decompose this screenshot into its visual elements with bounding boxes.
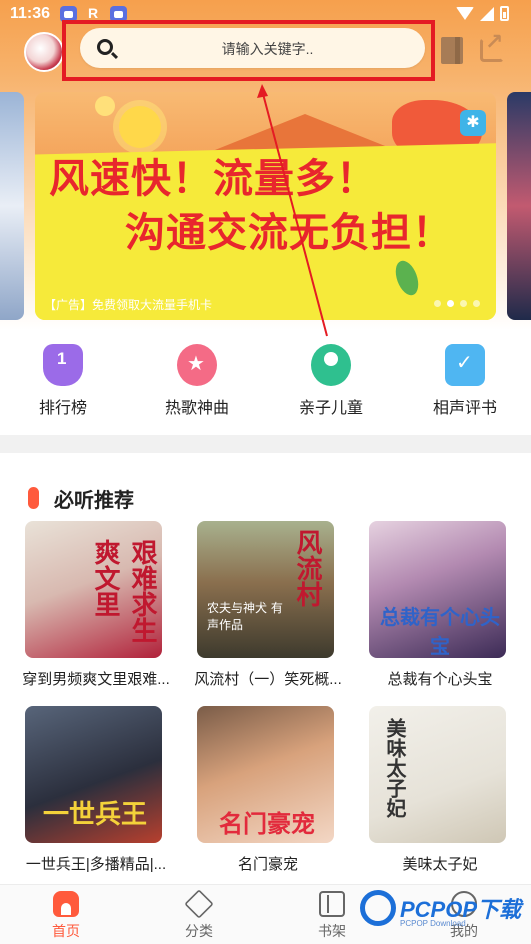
banner-carousel[interactable]: ✱ 风速快！流量多！ 沟通交流无负担！ 【广告】免费领取大流量手机卡: [35, 92, 496, 320]
section-accent-bar: [28, 487, 39, 509]
book-title: 风流村（一）笑死概...: [194, 671, 342, 688]
annotation-highlight-box: [62, 20, 435, 81]
pagination-dot[interactable]: [434, 300, 441, 307]
category-label: 热歌神曲: [164, 400, 229, 417]
book-cover[interactable]: 名门豪宠: [197, 706, 334, 843]
section-divider: [0, 435, 531, 453]
category-label: 亲子儿童: [298, 400, 363, 417]
banner-badge-icon: ✱: [460, 110, 486, 136]
cover-subtitle: 农夫与神犬 有声作品: [207, 601, 283, 632]
book-cover[interactable]: 风流村 农夫与神犬 有声作品: [197, 521, 334, 658]
pagination-dot[interactable]: [447, 300, 454, 307]
bookshelf-icon: [319, 891, 345, 917]
banner-prev-slide[interactable]: [0, 92, 24, 320]
signal-icon: [480, 6, 494, 21]
share-icon[interactable]: [480, 29, 504, 62]
tab-label: 首页: [52, 923, 80, 939]
pagination-dot[interactable]: [473, 300, 480, 307]
banner-pagination: [434, 300, 480, 307]
category-shortcuts: 排行榜 热歌神曲 亲子儿童 相声评书: [0, 340, 531, 420]
cover-title: 风流村: [292, 529, 322, 607]
bookmark-icon[interactable]: [441, 37, 463, 64]
book-title: 穿到男频爽文里艰难...: [22, 671, 170, 688]
wifi-icon: [456, 7, 474, 20]
banner-ad-caption: 【广告】免费领取大流量手机卡: [44, 298, 213, 312]
section-title: 必听推荐: [54, 490, 134, 512]
category-crosstalk[interactable]: 相声评书: [410, 340, 520, 418]
category-label: 相声评书: [432, 400, 497, 417]
category-hot-songs[interactable]: 热歌神曲: [142, 340, 252, 418]
cover-title: 名门豪宠: [219, 809, 315, 838]
tab-label: 分类: [185, 923, 213, 939]
status-time: 11:36: [10, 5, 51, 22]
banner-next-slide[interactable]: [507, 92, 531, 320]
tab-home[interactable]: 首页: [26, 889, 106, 941]
category-family[interactable]: 亲子儿童: [276, 340, 386, 418]
avatar[interactable]: [24, 32, 64, 72]
watermark-subtitle: PCPOP Download: [400, 919, 466, 928]
cover-title: 美味太子妃: [383, 718, 407, 818]
family-icon: [311, 344, 351, 386]
book-card[interactable]: 总裁有个心头宝 总裁有个心头宝: [369, 521, 509, 689]
category-ranking[interactable]: 排行榜: [8, 340, 118, 418]
book-cover[interactable]: 艰难求生 爽文里: [25, 521, 162, 658]
book-card[interactable]: 风流村 农夫与神犬 有声作品 风流村（一）笑死概...: [194, 521, 342, 689]
watermark-logo-icon: [360, 890, 396, 926]
book-title: 美味太子妃: [402, 856, 478, 873]
book-card[interactable]: 名门豪宠 名门豪宠: [197, 706, 337, 874]
trophy-icon: [43, 344, 83, 386]
book-card[interactable]: 艰难求生 爽文里 穿到男频爽文里艰难...: [22, 521, 170, 689]
book-card[interactable]: 美味太子妃 美味太子妃: [369, 706, 509, 874]
battery-icon: [500, 6, 509, 21]
cover-title: 一世兵王: [42, 800, 147, 830]
book-cover[interactable]: 一世兵王: [25, 706, 162, 843]
watermark: PCPOP下载 PCPOP Download: [360, 888, 530, 940]
hot-song-icon: [177, 344, 217, 386]
home-icon: [53, 891, 79, 917]
cover-title: 总裁有个心头宝: [380, 605, 500, 658]
book-cover[interactable]: 美味太子妃: [369, 706, 506, 843]
book-title: 总裁有个心头宝: [387, 671, 493, 688]
tab-category[interactable]: 分类: [159, 889, 239, 941]
banner-decoration: [95, 96, 115, 116]
book-cover[interactable]: 总裁有个心头宝: [369, 521, 506, 658]
banner-headline: 风速快！流量多！: [49, 156, 377, 202]
pagination-dot[interactable]: [460, 300, 467, 307]
book-title: 一世兵王|多播精品|...: [25, 856, 167, 873]
cover-title: 艰难求生 爽文里: [90, 539, 157, 643]
category-icon: [184, 889, 214, 919]
book-card[interactable]: 一世兵王 一世兵王|多播精品|...: [25, 706, 166, 874]
status-r-indicator: R: [88, 5, 99, 21]
banner-headline: 沟通交流无负担！: [125, 210, 453, 256]
crosstalk-icon: [445, 344, 485, 386]
book-title: 名门豪宠: [237, 856, 298, 873]
category-label: 排行榜: [38, 400, 87, 417]
